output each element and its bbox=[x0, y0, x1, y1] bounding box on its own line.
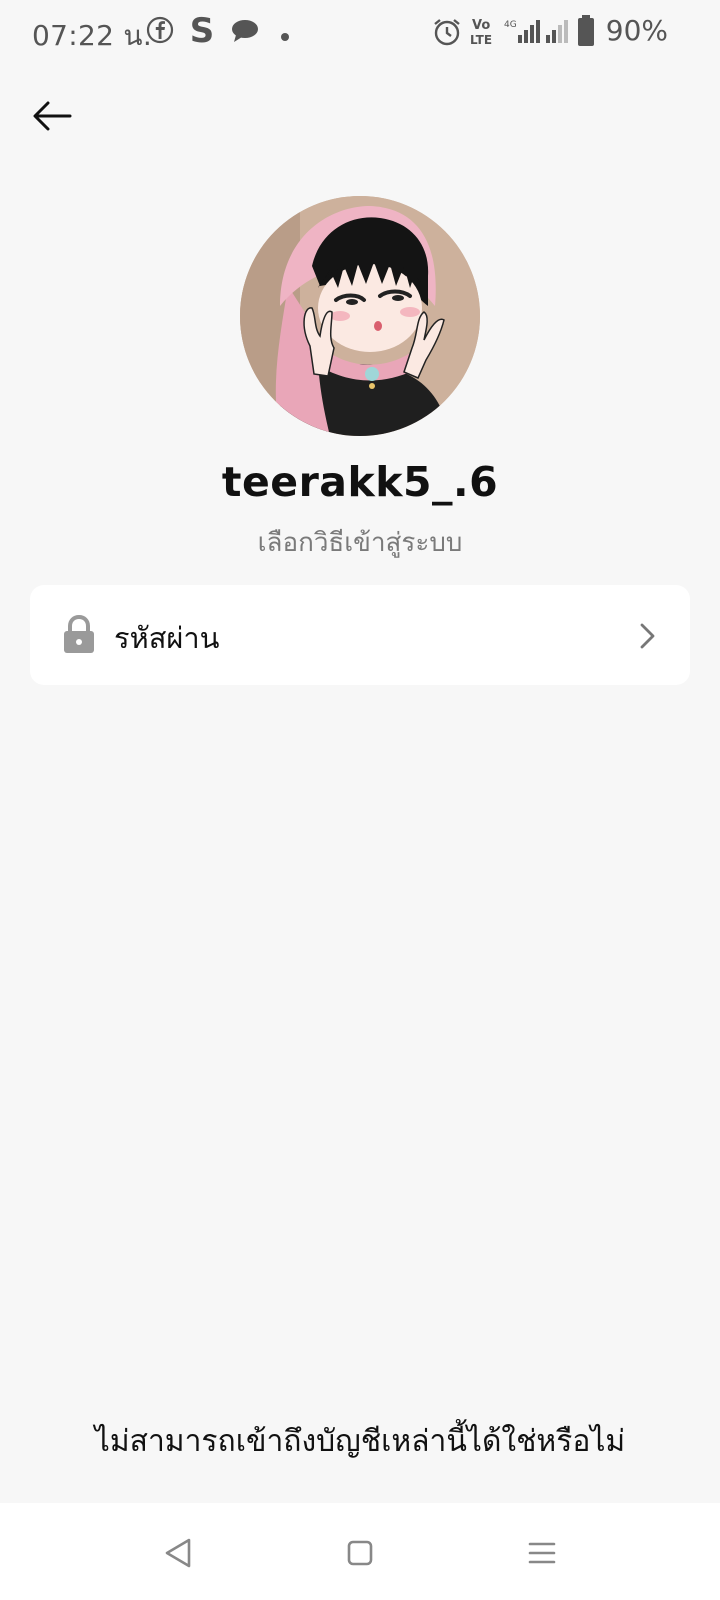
arrow-left-icon bbox=[33, 101, 72, 131]
svg-text:LTE: LTE bbox=[470, 33, 492, 46]
password-login-option[interactable]: รหัสผ่าน bbox=[30, 585, 690, 685]
volte-icon: Vo LTE bbox=[470, 16, 502, 50]
status-bar: 07:22 น. S Vo LTE 4G 90% bbox=[0, 0, 720, 64]
back-button[interactable] bbox=[24, 88, 80, 144]
cannot-access-accounts-link[interactable]: ไม่สามารถเข้าถึงบัญชีเหล่านี้ได้ใช่หรือไ… bbox=[0, 1418, 720, 1465]
alarm-icon bbox=[432, 17, 462, 51]
skype-icon: S bbox=[186, 11, 218, 52]
system-nav-bar bbox=[0, 1503, 720, 1600]
battery-percent: 90% bbox=[605, 14, 668, 47]
nav-menu-button[interactable] bbox=[512, 1523, 572, 1583]
signal-icon bbox=[546, 17, 570, 49]
back-triangle-icon bbox=[165, 1538, 191, 1568]
status-time: 07:22 น. bbox=[32, 19, 153, 52]
lock-icon bbox=[62, 614, 96, 655]
login-method-subtitle: เลือกวิธีเข้าสู่ระบบ bbox=[257, 528, 463, 558]
username: teerakk5_.6 bbox=[221, 458, 499, 506]
signal-4g-icon: 4G bbox=[504, 17, 544, 49]
password-option-label: รหัสผ่าน bbox=[114, 621, 220, 655]
battery-icon bbox=[577, 15, 595, 51]
svg-text:4G: 4G bbox=[504, 20, 517, 30]
svg-text:S: S bbox=[190, 12, 215, 48]
menu-lines-icon bbox=[528, 1542, 556, 1564]
facebook-icon bbox=[146, 16, 174, 48]
more-dot-icon bbox=[280, 27, 290, 46]
nav-home-button[interactable] bbox=[330, 1523, 390, 1583]
home-square-icon bbox=[347, 1540, 373, 1566]
nav-back-button[interactable] bbox=[148, 1523, 208, 1583]
avatar bbox=[240, 196, 480, 436]
svg-text:Vo: Vo bbox=[472, 18, 490, 33]
chevron-right-icon bbox=[638, 621, 658, 651]
chat-icon bbox=[230, 18, 260, 48]
